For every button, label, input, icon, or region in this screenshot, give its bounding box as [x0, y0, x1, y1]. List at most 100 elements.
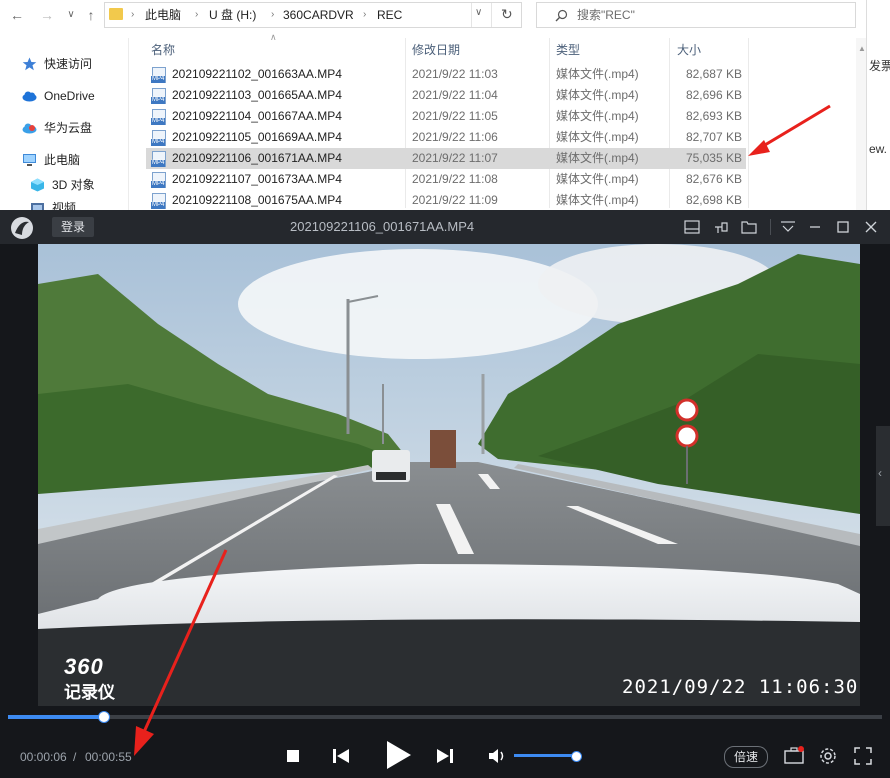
file-date: 2021/9/22 11:07 — [412, 151, 498, 165]
close-icon[interactable] — [864, 220, 878, 234]
file-name: 202109221108_001675AA.MP4 — [172, 193, 342, 207]
settings-gear-icon[interactable] — [818, 746, 838, 766]
video-timestamp-overlay: 2021/09/22 11:06:30 — [622, 676, 859, 698]
up-arrow-icon[interactable]: ↑ — [82, 6, 100, 24]
nav-item-this-pc[interactable]: 此电脑 — [0, 149, 128, 171]
login-button[interactable]: 登录 — [52, 217, 94, 237]
volume-icon[interactable] — [488, 748, 508, 764]
breadcrumb-rec[interactable]: REC — [377, 3, 402, 27]
mp4-file-icon — [151, 130, 166, 146]
nav-item-videos[interactable]: 视频 — [0, 197, 128, 210]
breadcrumb-this-pc[interactable]: 此电脑 — [145, 3, 181, 27]
refresh-icon[interactable]: ↻ — [501, 6, 513, 23]
toolbox-icon[interactable] — [783, 745, 805, 765]
next-icon[interactable] — [436, 747, 454, 765]
search-icon — [555, 9, 568, 22]
menu-dropdown-icon[interactable] — [780, 220, 796, 234]
file-name: 202109221106_001671AA.MP4 — [172, 151, 342, 165]
nav-item-label: 视频 — [52, 201, 77, 210]
breadcrumb-usb-drive[interactable]: U 盘 (H:) — [209, 3, 256, 27]
current-time: 00:00:06 — [20, 750, 67, 764]
search-box[interactable]: 搜索"REC" — [536, 2, 856, 28]
column-header-type[interactable]: 类型 — [556, 40, 580, 60]
file-size: 82,698 KB — [685, 193, 742, 207]
file-date: 2021/9/22 11:09 — [412, 193, 498, 207]
file-row[interactable]: 202109221103_001665AA.MP4 2021/9/22 11:04… — [146, 85, 746, 106]
file-name: 202109221102_001663AA.MP4 — [172, 67, 342, 81]
maximize-icon[interactable] — [836, 220, 850, 234]
file-row[interactable]: 202109221107_001673AA.MP4 2021/9/22 11:08… — [146, 169, 746, 190]
file-row[interactable]: 202109221106_001671AA.MP4 2021/9/22 11:07… — [146, 148, 746, 169]
file-name: 202109221105_001669AA.MP4 — [172, 130, 342, 144]
previous-icon[interactable] — [332, 747, 350, 765]
file-size: 82,687 KB — [685, 67, 742, 81]
speed-button[interactable]: 倍速 — [724, 746, 768, 768]
volume-knob[interactable] — [571, 751, 582, 762]
file-row[interactable]: 202109221105_001669AA.MP4 2021/9/22 11:06… — [146, 127, 746, 148]
file-size: 82,707 KB — [685, 130, 742, 144]
playlist-icon[interactable] — [684, 220, 700, 234]
nav-item-huawei-cloud[interactable]: 华为云盘 — [0, 117, 128, 139]
file-size: 75,035 KB — [685, 151, 742, 165]
file-explorer-window: ← → ∨ ↑ › 此电脑 › U 盘 (H:) › 360CARDVR › R… — [0, 0, 890, 210]
file-row[interactable]: 202109221108_001675AA.MP4 2021/9/22 11:09… — [146, 190, 746, 211]
file-type: 媒体文件(.mp4) — [556, 130, 639, 144]
file-row[interactable]: 202109221104_001667AA.MP4 2021/9/22 11:05… — [146, 106, 746, 127]
stop-icon[interactable] — [286, 749, 300, 763]
volume-fill — [514, 754, 576, 757]
file-size: 82,696 KB — [685, 88, 742, 102]
nav-item-quick-access[interactable]: 快速访问 — [0, 53, 128, 75]
nav-item-3d-objects[interactable]: 3D 对象 — [0, 174, 128, 196]
volume-slider[interactable] — [514, 751, 582, 762]
column-header-date[interactable]: 修改日期 — [412, 40, 460, 60]
address-bar[interactable]: › 此电脑 › U 盘 (H:) › 360CARDVR › REC ∨ ↻ — [104, 2, 522, 28]
file-type: 媒体文件(.mp4) — [556, 172, 639, 186]
column-header-name[interactable]: 名称 — [151, 40, 175, 60]
file-name: 202109221107_001673AA.MP4 — [172, 172, 342, 186]
minimize-icon[interactable] — [808, 220, 822, 234]
cloud-icon — [22, 91, 37, 102]
mp4-file-icon — [151, 67, 166, 83]
huawei-cloud-icon — [22, 123, 37, 134]
file-type: 媒体文件(.mp4) — [556, 88, 639, 102]
back-arrow-icon[interactable]: ← — [8, 6, 26, 24]
file-type: 媒体文件(.mp4) — [556, 67, 639, 81]
progress-knob[interactable] — [98, 711, 111, 723]
fullscreen-icon[interactable] — [854, 747, 872, 765]
file-date: 2021/9/22 11:04 — [412, 88, 498, 102]
file-list-scrollbar[interactable]: ▲ — [856, 38, 866, 210]
file-type: 媒体文件(.mp4) — [556, 109, 639, 123]
video-folder-icon — [31, 203, 44, 210]
play-icon[interactable] — [384, 740, 412, 770]
progress-fill — [8, 715, 104, 719]
file-name: 202109221104_001667AA.MP4 — [172, 109, 342, 123]
side-panel-handle[interactable]: ‹ — [876, 426, 890, 526]
recent-dropdown-icon[interactable]: ∨ — [62, 6, 80, 24]
breadcrumb-separator-icon: › — [271, 9, 275, 20]
video-title: 202109221106_001671AA.MP4 — [290, 219, 475, 234]
breadcrumb-360cardvr[interactable]: 360CARDVR — [283, 3, 354, 27]
file-type: 媒体文件(.mp4) — [556, 193, 639, 207]
forward-arrow-icon[interactable]: → — [38, 6, 56, 24]
search-placeholder: 搜索"REC" — [577, 8, 635, 22]
mp4-file-icon — [151, 151, 166, 167]
open-folder-icon[interactable] — [741, 220, 757, 234]
mp4-file-icon — [151, 193, 166, 209]
mp4-file-icon — [151, 88, 166, 104]
column-header-size[interactable]: 大小 — [677, 40, 701, 60]
total-time: 00:00:55 — [85, 750, 132, 764]
time-separator: / — [73, 750, 77, 764]
nav-item-onedrive[interactable]: OneDrive — [0, 85, 128, 107]
address-dropdown-icon[interactable]: ∨ — [475, 7, 482, 18]
mp4-file-icon — [151, 109, 166, 125]
file-date: 2021/9/22 11:06 — [412, 130, 498, 144]
file-name: 202109221103_001665AA.MP4 — [172, 88, 342, 102]
file-row[interactable]: 202109221102_001663AA.MP4 2021/9/22 11:03… — [146, 64, 746, 85]
breadcrumb-separator-icon: › — [363, 9, 367, 20]
chevron-left-icon: ‹ — [878, 466, 882, 480]
sort-up-icon: ∧ — [270, 32, 277, 42]
folder-icon — [109, 8, 123, 20]
dashcam-logo-recorder: 记录仪 — [64, 683, 115, 702]
pin-icon[interactable] — [713, 220, 729, 234]
breadcrumb-separator-icon: › — [195, 9, 199, 20]
